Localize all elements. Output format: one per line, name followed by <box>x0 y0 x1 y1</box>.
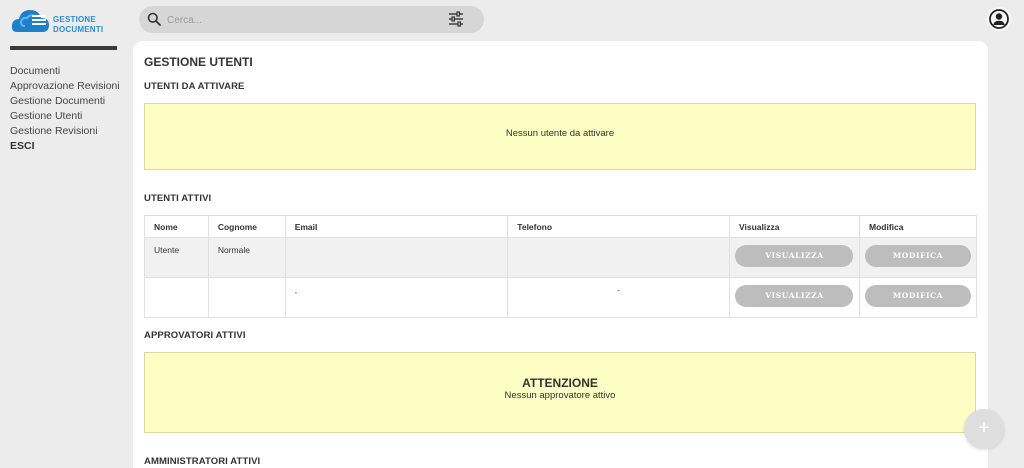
logo-line-1: GESTIONE <box>53 15 96 24</box>
table-header-row: Nome Cognome Email Telefono Visualizza M… <box>144 215 977 238</box>
user-icon <box>989 9 1009 29</box>
edit-button[interactable]: MODIFICA <box>865 245 971 267</box>
active-users-heading: UTENTI ATTIVI <box>144 193 212 204</box>
column-header-cognome: Cognome <box>207 215 286 238</box>
view-button[interactable]: VISUALIZZA <box>735 285 854 307</box>
search-bar <box>139 6 484 33</box>
add-fab-button[interactable]: + <box>964 409 1004 449</box>
view-button[interactable]: VISUALIZZA <box>735 245 854 267</box>
logo-text: GESTIONE DOCUMENTI <box>53 15 103 35</box>
column-header-nome: Nome <box>144 215 209 238</box>
sidebar-divider <box>10 46 117 50</box>
page-title: GESTIONE UTENTI <box>144 55 253 69</box>
cell-telefono <box>507 237 730 278</box>
sidebar-item-gestione-utenti[interactable]: Gestione Utenti <box>10 109 120 124</box>
sidebar-nav: Documenti Approvazione Revisioni Gestion… <box>10 64 120 154</box>
sidebar-item-gestione-documenti[interactable]: Gestione Documenti <box>10 94 120 109</box>
pending-users-heading: UTENTI DA ATTIVARE <box>144 81 245 92</box>
cell-cognome <box>207 277 286 318</box>
sidebar-item-gestione-revisioni[interactable]: Gestione Revisioni <box>10 124 120 139</box>
column-header-modifica: Modifica <box>859 215 977 238</box>
search-input[interactable] <box>165 10 419 31</box>
cell-telefono: - <box>507 277 730 318</box>
pending-users-notice: Nessun utente da attivare <box>144 103 976 170</box>
active-users-table: Nome Cognome Email Telefono Visualizza M… <box>144 215 977 318</box>
cell-cognome: Normale <box>207 237 286 278</box>
column-header-email: Email <box>284 215 509 238</box>
sidebar-item-documenti[interactable]: Documenti <box>10 64 120 79</box>
admins-heading: AMMINISTRATORI ATTIVI <box>144 456 261 467</box>
search-icon <box>147 12 161 26</box>
cell-email <box>284 237 509 278</box>
cell-visualizza: VISUALIZZA <box>728 277 861 318</box>
approvers-notice: ATTENZIONE Nessun approvatore attivo <box>144 352 976 433</box>
cell-modifica: MODIFICA <box>859 237 977 278</box>
sidebar-item-esci[interactable]: ESCI <box>10 139 120 154</box>
sidebar: GESTIONE DOCUMENTI Documenti Approvazion… <box>0 0 126 468</box>
filter-button[interactable] <box>447 10 465 28</box>
table-row: , - VISUALIZZA MODIFICA <box>144 277 977 318</box>
sidebar-item-approvazione-revisioni[interactable]: Approvazione Revisioni <box>10 79 120 94</box>
account-button[interactable] <box>987 7 1011 31</box>
table-row: Utente Normale VISUALIZZA MODIFICA <box>144 237 977 278</box>
edit-button[interactable]: MODIFICA <box>865 285 971 307</box>
pending-users-message: Nessun utente da attivare <box>505 128 615 139</box>
cell-modifica: MODIFICA <box>859 277 977 318</box>
cell-nome: Utente <box>144 237 209 278</box>
main-panel: GESTIONE UTENTI UTENTI DA ATTIVARE Nessu… <box>133 41 988 468</box>
approvers-notice-title: ATTENZIONE <box>522 376 598 390</box>
sliders-icon <box>449 11 463 27</box>
cell-email: , <box>284 277 509 318</box>
column-header-visualizza: Visualizza <box>728 215 861 238</box>
logo-line-2: DOCUMENTI <box>53 25 104 34</box>
column-header-telefono: Telefono <box>507 215 730 238</box>
cell-nome <box>144 277 209 318</box>
approvers-heading: APPROVATORI ATTIVI <box>144 330 246 341</box>
logo[interactable]: GESTIONE DOCUMENTI <box>11 6 111 40</box>
approvers-notice-message: Nessun approvatore attivo <box>504 390 616 401</box>
cloud-document-icon <box>11 10 49 32</box>
cell-visualizza: VISUALIZZA <box>728 237 861 278</box>
